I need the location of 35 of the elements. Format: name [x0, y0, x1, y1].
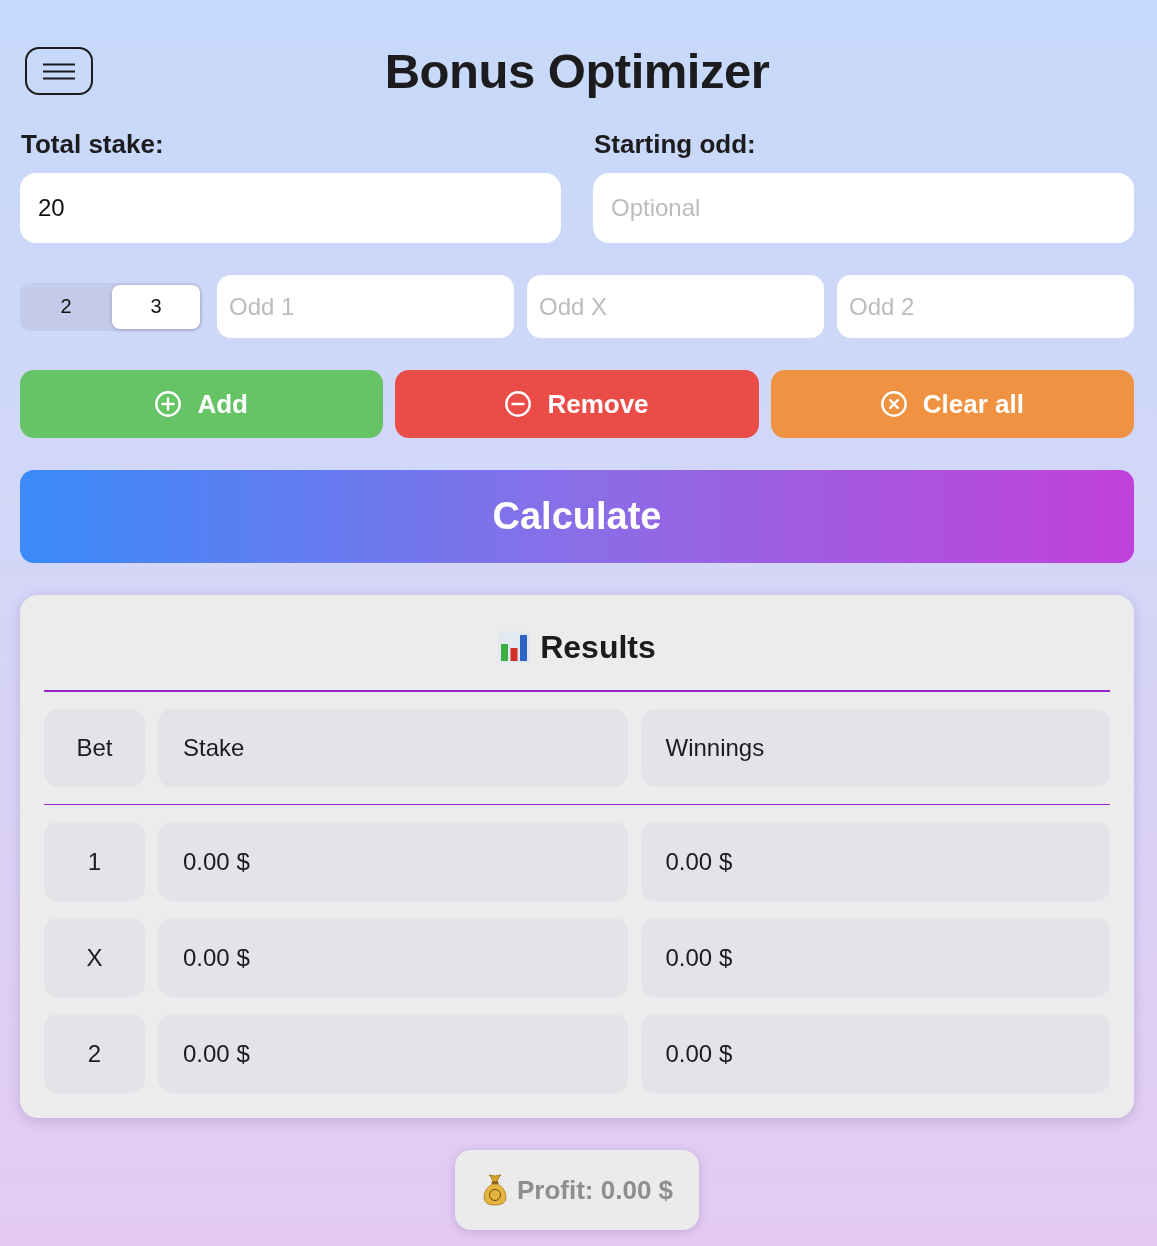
action-button[interactable]: Add [20, 370, 384, 438]
table-cell: 0.00 $ [158, 1014, 628, 1093]
action-button[interactable]: Remove [395, 370, 759, 438]
menu-button[interactable] [25, 47, 93, 95]
results-title: Results [540, 628, 656, 667]
table-cell: 0.00 $ [640, 822, 1110, 901]
table-cell: 0.00 $ [640, 918, 1110, 997]
odd-input[interactable]: Odd X [527, 275, 824, 338]
segment-option[interactable]: 2 [22, 284, 110, 329]
table-cell: 0.00 $ [158, 822, 628, 901]
money-bag-icon [482, 1174, 507, 1206]
calculate-button[interactable]: Calculate [20, 470, 1134, 563]
field-label: Starting odd: [594, 129, 757, 159]
odd-input[interactable]: Odd 1 [217, 275, 514, 338]
x-circle-icon [880, 391, 907, 417]
table-cell: 2 [44, 1014, 145, 1093]
table-cell: 1 [44, 822, 145, 901]
table-cell: 0.00 $ [158, 918, 628, 997]
action-button[interactable]: Clear all [770, 370, 1134, 438]
odd-input[interactable]: Odd 2 [837, 275, 1134, 338]
minus-circle-icon [505, 391, 532, 417]
table-cell: 0.00 $ [640, 1014, 1110, 1093]
bar-chart-icon [498, 631, 531, 663]
menu-icon [42, 62, 76, 80]
page-title: Bonus Optimizer [384, 43, 770, 100]
column-header: Bet [44, 708, 145, 787]
column-header: Stake [158, 708, 628, 787]
table-cell: X [44, 918, 145, 997]
field-label: Total stake: [21, 129, 165, 159]
column-header: Winnings [640, 708, 1110, 787]
input-field[interactable]: Optional [593, 173, 1134, 243]
plus-circle-icon [155, 391, 182, 417]
segment-option[interactable]: 3 [112, 284, 200, 329]
profit-text: Profit: 0.00 $ [516, 1174, 674, 1206]
input-field[interactable]: 20 [20, 173, 561, 243]
